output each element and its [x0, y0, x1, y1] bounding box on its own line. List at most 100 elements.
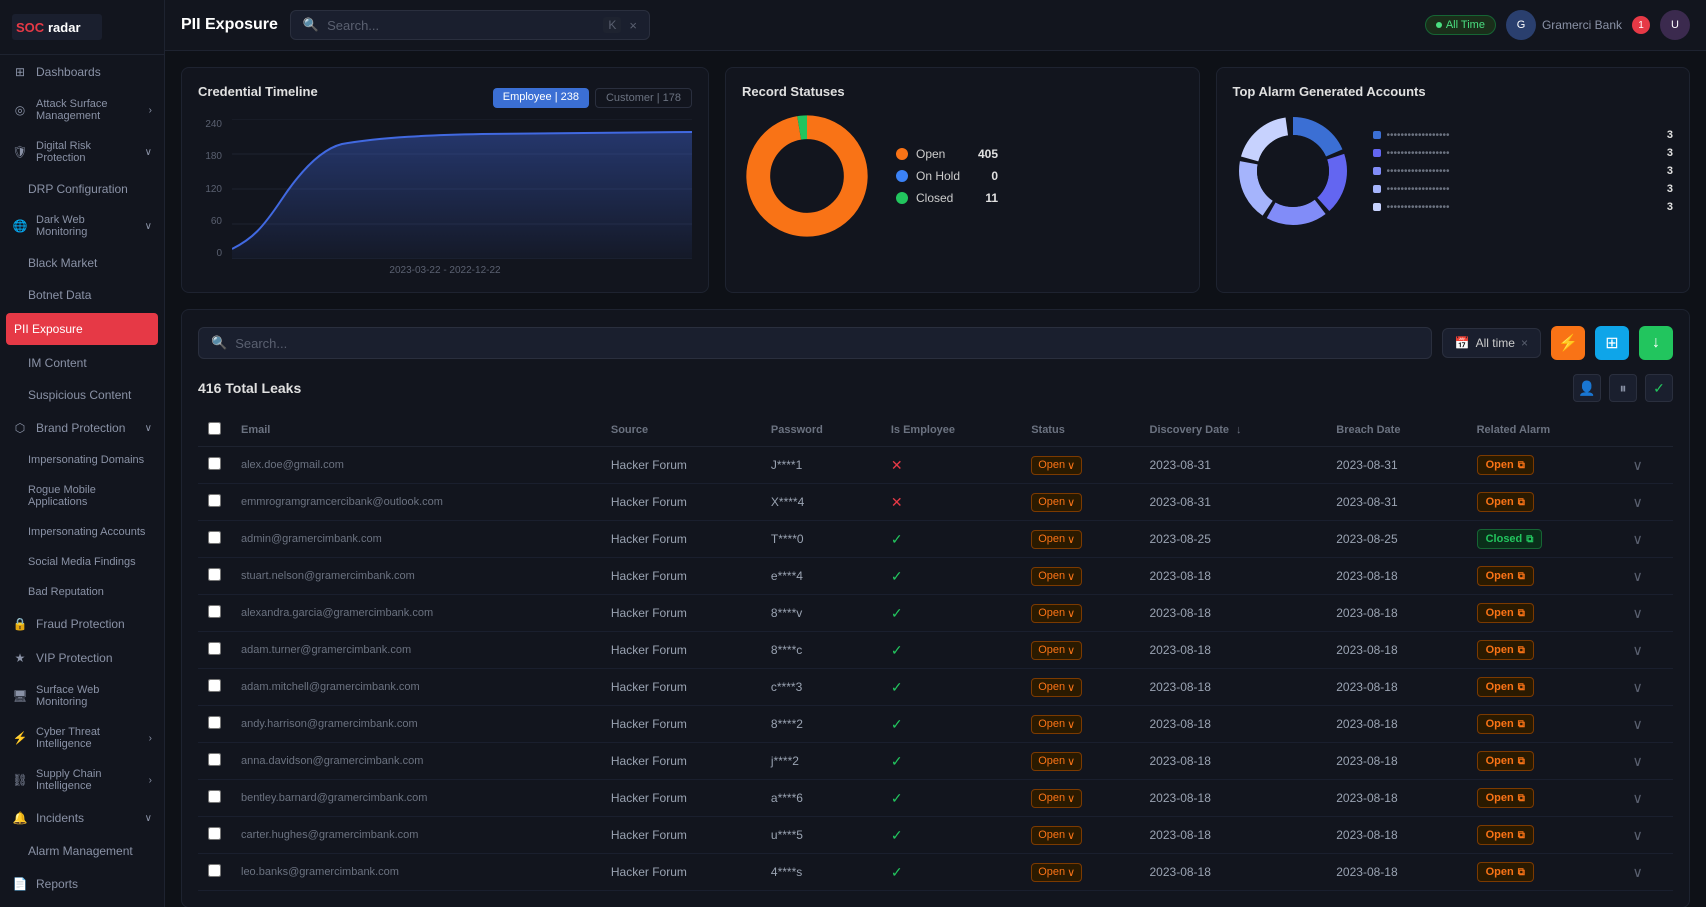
row-related-alarm[interactable]: Open ⧉ — [1467, 854, 1623, 891]
row-checkbox-cell[interactable] — [198, 780, 231, 817]
status-dropdown[interactable]: Open ∨ — [1031, 530, 1082, 549]
row-checkbox-cell[interactable] — [198, 595, 231, 632]
alarm-badge[interactable]: Open ⧉ — [1477, 455, 1534, 475]
notification-badge[interactable]: 1 — [1632, 16, 1650, 34]
row-related-alarm[interactable]: Closed ⧉ — [1467, 521, 1623, 558]
sidebar-item-drp-config[interactable]: DRP Configuration — [0, 173, 164, 205]
row-related-alarm[interactable]: Open ⧉ — [1467, 484, 1623, 521]
row-related-alarm[interactable]: Open ⧉ — [1467, 558, 1623, 595]
sidebar-item-impersonating-domains[interactable]: Impersonating Domains — [0, 445, 164, 475]
row-status[interactable]: Open ∨ — [1021, 484, 1139, 521]
sidebar-item-bad-reputation[interactable]: Bad Reputation — [0, 577, 164, 607]
row-expand[interactable]: ∨ — [1623, 854, 1673, 891]
row-expand[interactable]: ∨ — [1623, 447, 1673, 484]
row-related-alarm[interactable]: Open ⧉ — [1467, 706, 1623, 743]
export-button[interactable]: ↓ — [1639, 326, 1673, 360]
sidebar-item-digital-risk[interactable]: 🛡 Digital Risk Protection ∨ — [0, 131, 164, 173]
global-search-bar[interactable]: 🔍 K × — [290, 10, 650, 40]
tab-customer[interactable]: Customer | 178 — [595, 88, 692, 108]
row-checkbox-cell[interactable] — [198, 706, 231, 743]
status-dropdown[interactable]: Open ∨ — [1031, 456, 1082, 475]
row-related-alarm[interactable]: Open ⧉ — [1467, 669, 1623, 706]
alarm-badge[interactable]: Open ⧉ — [1477, 566, 1534, 586]
row-expand[interactable]: ∨ — [1623, 743, 1673, 780]
row-expand[interactable]: ∨ — [1623, 521, 1673, 558]
expand-icon[interactable]: ∨ — [1633, 605, 1643, 621]
tab-employee[interactable]: Employee | 238 — [493, 88, 589, 108]
status-dropdown[interactable]: Open ∨ — [1031, 641, 1082, 660]
person-icon-button[interactable]: 👤 — [1573, 374, 1601, 402]
row-checkbox-cell[interactable] — [198, 484, 231, 521]
select-all-checkbox[interactable] — [208, 422, 221, 435]
row-expand[interactable]: ∨ — [1623, 706, 1673, 743]
user-info[interactable]: G Gramerci Bank — [1506, 10, 1622, 40]
sidebar-item-suspicious-content[interactable]: Suspicious Content — [0, 379, 164, 411]
row-expand[interactable]: ∨ — [1623, 484, 1673, 521]
row-related-alarm[interactable]: Open ⧉ — [1467, 817, 1623, 854]
row-checkbox-cell[interactable] — [198, 817, 231, 854]
alarm-badge[interactable]: Open ⧉ — [1477, 603, 1534, 623]
row-checkbox-7[interactable] — [208, 716, 221, 729]
alarm-badge[interactable]: Open ⧉ — [1477, 788, 1534, 808]
row-expand[interactable]: ∨ — [1623, 669, 1673, 706]
status-dropdown[interactable]: Open ∨ — [1031, 863, 1082, 882]
alarm-badge[interactable]: Closed ⧉ — [1477, 529, 1543, 549]
expand-icon[interactable]: ∨ — [1633, 790, 1643, 806]
search-clear-icon[interactable]: × — [629, 18, 637, 33]
status-dropdown[interactable]: Open ∨ — [1031, 567, 1082, 586]
row-checkbox-8[interactable] — [208, 753, 221, 766]
sidebar-item-incidents[interactable]: 🔔 Incidents ∨ — [0, 801, 164, 835]
row-related-alarm[interactable]: Open ⧉ — [1467, 743, 1623, 780]
expand-icon[interactable]: ∨ — [1633, 457, 1643, 473]
row-checkbox-1[interactable] — [208, 494, 221, 507]
row-status[interactable]: Open ∨ — [1021, 632, 1139, 669]
time-clear-icon[interactable]: × — [1521, 336, 1528, 350]
row-status[interactable]: Open ∨ — [1021, 743, 1139, 780]
row-status[interactable]: Open ∨ — [1021, 558, 1139, 595]
table-search-input[interactable] — [235, 336, 1419, 351]
row-checkbox-cell[interactable] — [198, 669, 231, 706]
sidebar-item-alarm-management[interactable]: Alarm Management — [0, 835, 164, 867]
expand-icon[interactable]: ∨ — [1633, 716, 1643, 732]
columns-button[interactable]: ⊞ — [1595, 326, 1629, 360]
filter-button[interactable]: ⚡ — [1551, 326, 1585, 360]
sidebar-item-black-market[interactable]: Black Market — [0, 247, 164, 279]
sidebar-item-pii-exposure[interactable]: PII Exposure — [6, 313, 158, 345]
sidebar-item-settings[interactable]: ⚙ Settings › — [0, 901, 164, 907]
row-related-alarm[interactable]: Open ⧉ — [1467, 632, 1623, 669]
alarm-badge[interactable]: Open ⧉ — [1477, 825, 1534, 845]
row-checkbox-cell[interactable] — [198, 632, 231, 669]
user-profile-avatar[interactable]: U — [1660, 10, 1690, 40]
sidebar-item-fraud-protection[interactable]: 🔒 Fraud Protection — [0, 607, 164, 641]
row-status[interactable]: Open ∨ — [1021, 706, 1139, 743]
expand-icon[interactable]: ∨ — [1633, 531, 1643, 547]
row-status[interactable]: Open ∨ — [1021, 595, 1139, 632]
sidebar-item-im-content[interactable]: IM Content — [0, 347, 164, 379]
sidebar-item-cyber-threat[interactable]: ⚡ Cyber Threat Intelligence › — [0, 717, 164, 759]
alarm-badge[interactable]: Open ⧉ — [1477, 492, 1534, 512]
sidebar-item-impersonating-accounts[interactable]: Impersonating Accounts — [0, 517, 164, 547]
row-expand[interactable]: ∨ — [1623, 595, 1673, 632]
row-status[interactable]: Open ∨ — [1021, 817, 1139, 854]
row-expand[interactable]: ∨ — [1623, 817, 1673, 854]
row-status[interactable]: Open ∨ — [1021, 447, 1139, 484]
sidebar-item-vip-protection[interactable]: ★ VIP Protection — [0, 641, 164, 675]
expand-icon[interactable]: ∨ — [1633, 753, 1643, 769]
expand-icon[interactable]: ∨ — [1633, 864, 1643, 880]
alarm-badge[interactable]: Open ⧉ — [1477, 751, 1534, 771]
time-filter[interactable]: 📅 All time × — [1442, 328, 1541, 358]
expand-icon[interactable]: ∨ — [1633, 827, 1643, 843]
global-search-input[interactable] — [327, 18, 595, 33]
row-expand[interactable]: ∨ — [1623, 780, 1673, 817]
row-checkbox-0[interactable] — [208, 457, 221, 470]
sidebar-item-social-media[interactable]: Social Media Findings — [0, 547, 164, 577]
table-search-bar[interactable]: 🔍 — [198, 327, 1432, 359]
row-checkbox-2[interactable] — [208, 531, 221, 544]
pause-icon-button[interactable]: ⏸ — [1609, 374, 1637, 402]
expand-icon[interactable]: ∨ — [1633, 568, 1643, 584]
row-checkbox-4[interactable] — [208, 605, 221, 618]
row-status[interactable]: Open ∨ — [1021, 521, 1139, 558]
row-checkbox-cell[interactable] — [198, 558, 231, 595]
expand-icon[interactable]: ∨ — [1633, 494, 1643, 510]
row-status[interactable]: Open ∨ — [1021, 854, 1139, 891]
